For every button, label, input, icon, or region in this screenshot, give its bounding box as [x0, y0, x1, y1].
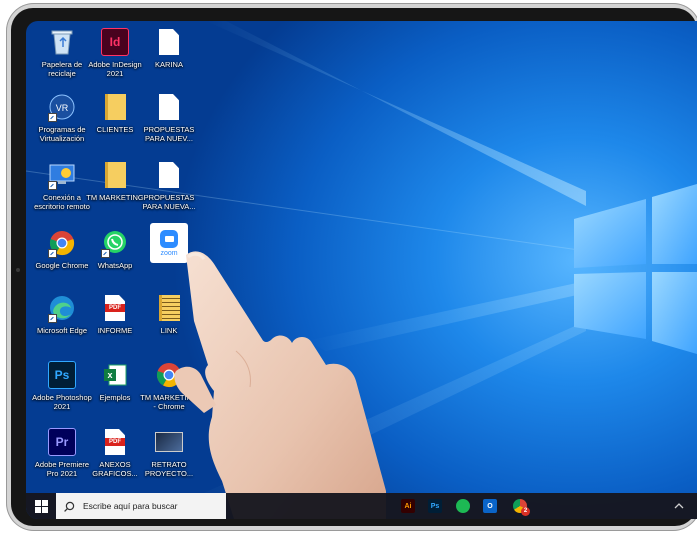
chrome-taskbar-icon[interactable]: 2 — [513, 499, 530, 516]
search-input[interactable]: Escribe aquí para buscar — [56, 493, 226, 519]
chevron-up-icon[interactable] — [672, 499, 686, 513]
search-placeholder: Escribe aquí para buscar — [83, 501, 178, 511]
search-icon — [64, 501, 75, 512]
desktop-screen: Papelera de reciclaje VR Programas de Vi… — [26, 21, 697, 519]
windows-start-icon[interactable] — [35, 500, 48, 513]
camera-dot — [16, 268, 20, 272]
spotify-taskbar-icon[interactable] — [456, 499, 470, 513]
pointing-hand — [174, 251, 386, 519]
outlook-taskbar-icon[interactable]: O — [483, 499, 497, 513]
illustrator-taskbar-icon[interactable]: Ai — [401, 499, 415, 513]
notification-badge: 2 — [521, 507, 530, 516]
taskbar: Escribe aquí para buscar Ai Ps O 2 — [26, 493, 697, 519]
photoshop-taskbar-icon[interactable]: Ps — [428, 499, 442, 513]
